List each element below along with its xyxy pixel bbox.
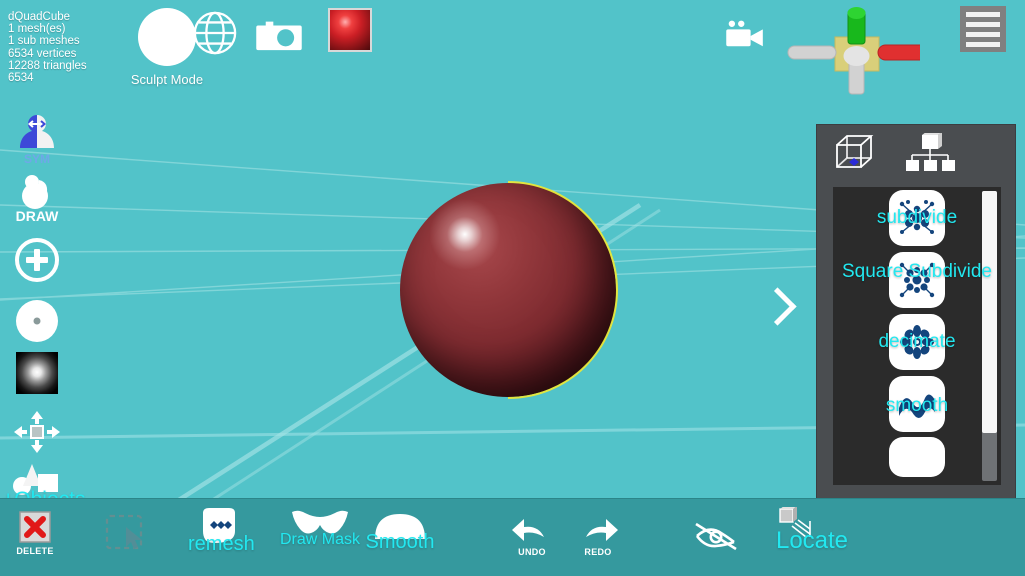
symmetry-icon: [20, 115, 54, 148]
partial-item[interactable]: [833, 435, 1001, 477]
material-swatch-button[interactable]: [328, 8, 372, 52]
axis-gizmo[interactable]: [780, 4, 933, 105]
brush-texture-button[interactable]: [6, 352, 68, 394]
brush-size-button[interactable]: [6, 300, 68, 342]
video-camera-button[interactable]: [724, 20, 766, 55]
decimate-item[interactable]: decimate: [833, 311, 1001, 373]
hide-button[interactable]: [692, 519, 740, 558]
selection-marquee-icon: [105, 514, 143, 550]
scene-hierarchy-tab[interactable]: [905, 132, 957, 178]
tools-list[interactable]: subdivide Square Subdivide decimate smoo…: [833, 187, 1001, 485]
bottom-toolbar: DELETE remesh Draw Mask Smooth UNDO REDO…: [0, 498, 1025, 576]
video-camera-icon: [726, 20, 763, 47]
plus-circle-icon: [15, 238, 59, 282]
square-subdivide-item[interactable]: Square Subdivide: [833, 249, 1001, 311]
brush-size-circle-icon: [16, 300, 58, 342]
symmetry-button[interactable]: SYM: [6, 112, 68, 166]
globe-icon: [193, 11, 237, 55]
undo-label: UNDO: [518, 547, 546, 557]
main-menu-button[interactable]: [960, 6, 1006, 52]
camera-icon: [256, 21, 302, 51]
subdivide-item[interactable]: subdivide: [833, 187, 1001, 249]
top-toolbar: Sculpt Mode: [0, 0, 1025, 110]
alpha-texture-icon: [16, 352, 58, 394]
sculpt-app-window: dQuadCube 1 mesh(es) 1 sub meshes 6534 v…: [0, 0, 1025, 576]
smooth-label: smooth: [885, 395, 949, 416]
left-toolbar: SYM DRAW: [0, 110, 85, 511]
brush-blob-icon: [22, 175, 48, 209]
partial-icon: [889, 437, 945, 477]
expand-panel-chevron-icon[interactable]: [762, 285, 788, 331]
redo-button[interactable]: REDO: [570, 517, 626, 557]
axis-gizmo-icon: [787, 7, 933, 95]
eye-slash-icon: [695, 522, 737, 551]
draw-label: DRAW: [15, 208, 59, 224]
draw-mask-label: Draw Mask: [279, 531, 360, 548]
move-arrows-icon: [14, 411, 60, 453]
square-subdivide-label: Square Subdivide: [842, 261, 992, 282]
transform-button[interactable]: [6, 410, 68, 454]
locate-button[interactable]: Locate: [762, 507, 862, 555]
filled-circle-icon: [138, 8, 196, 66]
hierarchy-tree-icon: [906, 132, 955, 171]
remesh-button[interactable]: remesh: [188, 507, 255, 556]
delete-button[interactable]: DELETE: [10, 510, 60, 556]
subdivide-label: subdivide: [876, 207, 958, 228]
undo-arrow-icon: [512, 519, 544, 541]
sculpt-mode-label: Sculpt Mode: [130, 72, 204, 87]
redo-label: REDO: [584, 547, 612, 557]
draw-brush-button[interactable]: DRAW: [6, 172, 68, 224]
remesh-label: remesh: [188, 533, 255, 555]
locate-label: Locate: [775, 527, 849, 554]
hamburger-menu-icon: [960, 6, 1006, 52]
wireframe-globe-button[interactable]: [192, 10, 238, 61]
symmetry-label: SYM: [23, 152, 50, 166]
wireframe-cube-icon: [836, 135, 874, 168]
delete-x-icon: [19, 511, 51, 543]
select-marquee-button[interactable]: [104, 513, 150, 562]
undo-button[interactable]: UNDO: [504, 517, 560, 557]
smooth-item[interactable]: smooth: [833, 373, 1001, 435]
add-button[interactable]: [6, 238, 68, 282]
smooth-button[interactable]: Smooth: [358, 511, 442, 554]
decimate-label: decimate: [878, 331, 956, 352]
tools-panel: subdivide Square Subdivide decimate smoo…: [816, 124, 1016, 499]
smooth-label: Smooth: [365, 531, 435, 553]
screenshot-button[interactable]: [256, 16, 302, 57]
sculpted-sphere-object[interactable]: [400, 181, 618, 399]
redo-arrow-icon: [586, 519, 618, 541]
draw-mask-button[interactable]: Draw Mask: [278, 509, 362, 549]
wireframe-cube-tab[interactable]: [833, 133, 879, 178]
tools-panel-header: [817, 125, 1015, 180]
red-material-sphere-icon: [328, 8, 372, 52]
delete-label: DELETE: [16, 546, 54, 556]
